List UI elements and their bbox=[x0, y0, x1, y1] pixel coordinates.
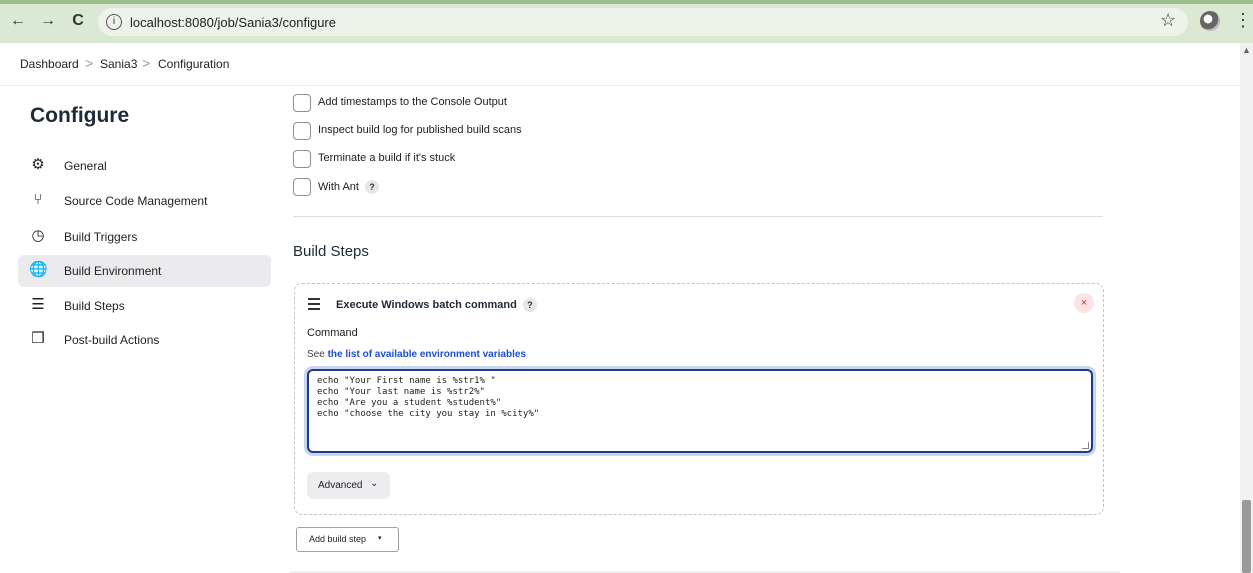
with-ant-label[interactable]: With Ant bbox=[318, 181, 359, 193]
browser-menu-icon[interactable]: ⋮ bbox=[1234, 10, 1252, 31]
drag-handle-icon[interactable] bbox=[308, 298, 320, 313]
add-build-step-label[interactable]: Add build step bbox=[309, 534, 366, 544]
back-icon[interactable]: ← bbox=[8, 11, 28, 31]
checkbox-label[interactable]: Terminate a build if it's stuck bbox=[318, 152, 455, 164]
sidebar-item-label: General bbox=[64, 159, 107, 173]
checkbox-label[interactable]: With Ant? bbox=[318, 180, 379, 194]
browser-toolbar: ← → C i localhost:8080/job/Sania3/config… bbox=[0, 0, 1253, 43]
advanced-button[interactable]: Advanced ⌄ bbox=[307, 472, 390, 499]
scroll-up-icon[interactable]: ▲ bbox=[1242, 45, 1251, 55]
command-line[interactable]: echo "Are you a student %student%" bbox=[317, 398, 501, 408]
sidebar-item-label: Build Steps bbox=[64, 299, 125, 313]
resize-handle[interactable] bbox=[1082, 442, 1089, 449]
scrollbar-thumb[interactable] bbox=[1242, 500, 1251, 573]
address-bar[interactable]: i localhost:8080/job/Sania3/configure bbox=[98, 8, 1188, 36]
section-divider bbox=[293, 216, 1103, 217]
build-steps-heading: Build Steps bbox=[293, 243, 369, 260]
checkbox[interactable] bbox=[293, 178, 311, 196]
checkbox-label[interactable]: Add timestamps to the Console Output bbox=[318, 96, 507, 108]
profile-avatar[interactable] bbox=[1200, 11, 1220, 31]
checkbox-label[interactable]: Inspect build log for published build sc… bbox=[318, 124, 522, 136]
checkbox[interactable] bbox=[293, 94, 311, 112]
advanced-label[interactable]: Advanced bbox=[318, 480, 362, 491]
globe-icon: 🌐 bbox=[29, 261, 48, 278]
build-step-title: Execute Windows batch command? bbox=[336, 298, 537, 312]
url-text[interactable]: localhost:8080/job/Sania3/configure bbox=[130, 15, 336, 30]
sidebar-item-label: Source Code Management bbox=[64, 194, 208, 208]
sidebar-item-source-code-management[interactable]: ⑂ Source Code Management bbox=[18, 185, 271, 217]
checkbox[interactable] bbox=[293, 150, 311, 168]
package-icon: ❒ bbox=[31, 330, 45, 347]
env-vars-link[interactable]: the list of available environment variab… bbox=[328, 349, 526, 360]
branch-icon: ⑂ bbox=[33, 191, 43, 208]
page-scrollbar[interactable] bbox=[1240, 43, 1253, 573]
command-line[interactable]: echo "choose the city you stay in %city%… bbox=[317, 409, 539, 419]
build-step-card: Execute Windows batch command? × Command… bbox=[294, 283, 1104, 515]
clock-icon: ◷ bbox=[31, 227, 45, 244]
tab-strip-edge bbox=[0, 0, 1253, 4]
sidebar-item-label: Build Triggers bbox=[64, 230, 138, 244]
gear-icon: ⚙ bbox=[31, 156, 45, 173]
bookmark-star-icon[interactable]: ☆ bbox=[1160, 10, 1176, 31]
breadcrumb-separator: > bbox=[142, 55, 151, 71]
breadcrumb-separator: > bbox=[85, 55, 94, 71]
command-line[interactable]: echo "Your First name is %str1% " bbox=[317, 376, 496, 386]
reload-icon[interactable]: C bbox=[68, 11, 88, 31]
breadcrumb: Dashboard > Sania3 > Configuration bbox=[0, 43, 1240, 86]
sidebar-item-post-build-actions[interactable]: ❒ Post-build Actions bbox=[18, 324, 271, 356]
forward-icon[interactable]: → bbox=[38, 11, 58, 31]
sidebar-item-build-steps[interactable]: ☰ Build Steps bbox=[18, 290, 271, 322]
command-line[interactable]: echo "Your last name is %str2%" bbox=[317, 387, 485, 397]
delete-step-button[interactable]: × bbox=[1074, 293, 1094, 313]
breadcrumb-job[interactable]: Sania3 bbox=[100, 57, 137, 71]
command-label: Command bbox=[307, 327, 358, 339]
sidebar-title: Configure bbox=[30, 104, 130, 127]
see-prefix: See bbox=[307, 349, 325, 360]
sidebar-item-build-triggers[interactable]: ◷ Build Triggers bbox=[18, 221, 271, 253]
help-icon[interactable]: ? bbox=[522, 298, 537, 312]
breadcrumb-dashboard[interactable]: Dashboard bbox=[20, 57, 79, 71]
caret-down-icon[interactable]: ▾ bbox=[378, 534, 382, 542]
help-icon[interactable]: ? bbox=[364, 180, 379, 194]
sidebar-item-label: Post-build Actions bbox=[64, 333, 160, 347]
breadcrumb-configuration[interactable]: Configuration bbox=[158, 57, 229, 71]
site-info-icon[interactable]: i bbox=[106, 14, 122, 30]
command-textarea[interactable]: echo "Your First name is %str1% " echo "… bbox=[307, 369, 1093, 453]
sidebar-item-general[interactable]: ⚙ General bbox=[18, 150, 271, 182]
env-vars-hint: See the list of available environment va… bbox=[307, 349, 526, 360]
chevron-down-icon[interactable]: ⌄ bbox=[370, 478, 378, 489]
sidebar-item-build-environment[interactable]: 🌐 Build Environment bbox=[18, 255, 271, 287]
list-icon: ☰ bbox=[31, 296, 45, 313]
checkbox[interactable] bbox=[293, 122, 311, 140]
sidebar-item-label: Build Environment bbox=[64, 264, 162, 278]
step-title-text: Execute Windows batch command bbox=[336, 298, 517, 311]
add-build-step-button[interactable]: Add build step ▾ bbox=[296, 527, 399, 552]
